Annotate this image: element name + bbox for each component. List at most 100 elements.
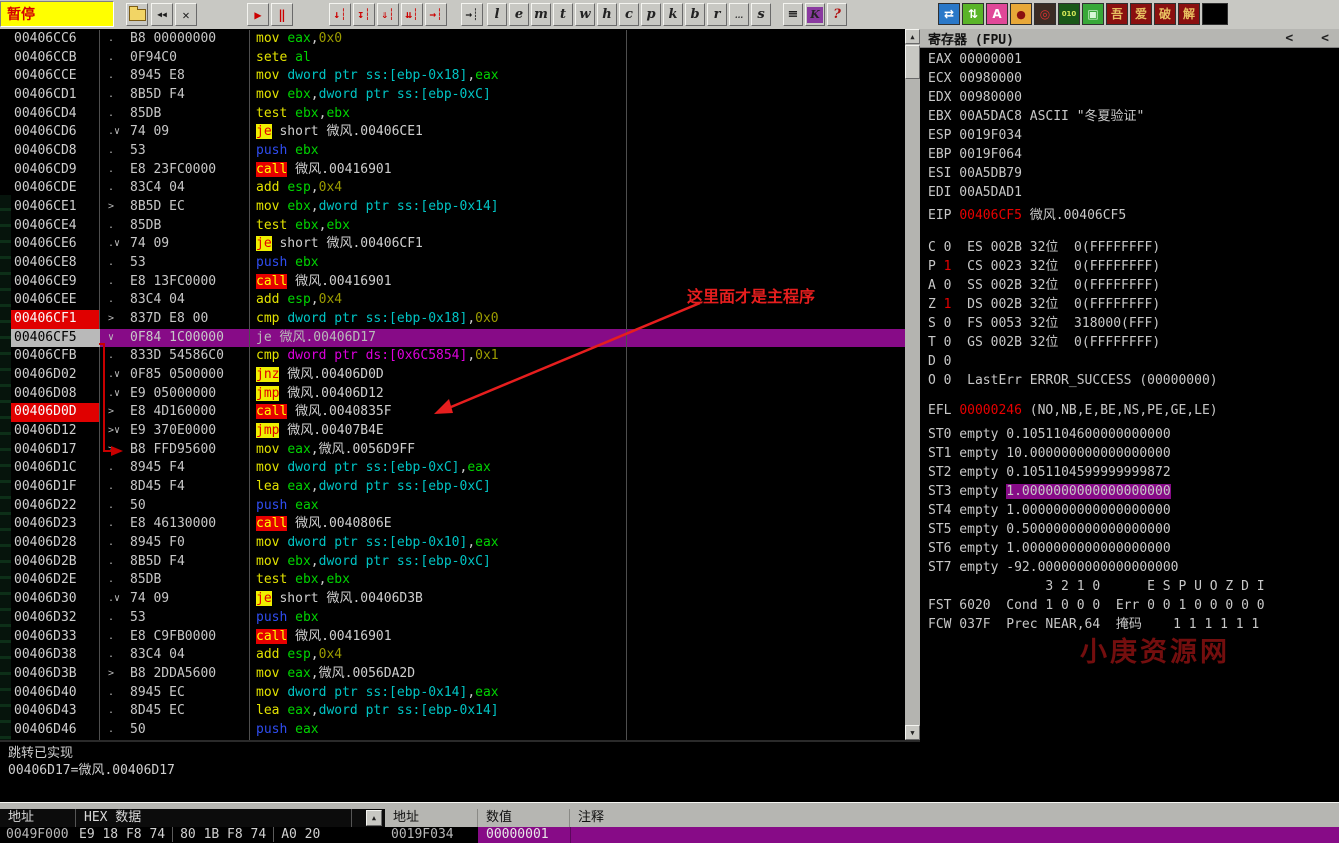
- windows-list-button[interactable]: ≡: [783, 3, 803, 26]
- disasm-row[interactable]: 00406D30.∨74 09je short 微风.00406D3B: [11, 590, 905, 609]
- disassembly-scrollbar[interactable]: ▲ ▼: [905, 29, 920, 740]
- swap-icon[interactable]: ⇄: [938, 3, 960, 25]
- register-st7[interactable]: ST7 empty -92.000000000000000000: [928, 558, 1178, 577]
- tool-m-button[interactable]: m: [531, 3, 551, 26]
- black-square[interactable]: [1202, 3, 1228, 25]
- trace-into-button[interactable]: ⇓┆: [377, 3, 399, 26]
- target-icon[interactable]: ◎: [1034, 3, 1056, 25]
- trace-over-button[interactable]: ⇊┆: [401, 3, 423, 26]
- disasm-row[interactable]: 00406CD6.∨74 09je short 微风.00406CE1: [11, 123, 905, 142]
- disasm-row[interactable]: 00406CCB.0F94C0sete al: [11, 49, 905, 68]
- register-st4[interactable]: ST4 empty 1.0000000000000000000: [928, 501, 1171, 520]
- disasm-row[interactable]: 00406CE1>8B5D ECmov ebx,dword ptr ss:[eb…: [11, 198, 905, 217]
- step-over-button[interactable]: ↧┆: [353, 3, 375, 26]
- disasm-row[interactable]: 00406D3B>B8 2DDA5600mov eax,微风.0056DA2D: [11, 665, 905, 684]
- disasm-row[interactable]: 00406D43.8D45 EClea eax,dword ptr ss:[eb…: [11, 702, 905, 721]
- registers-collapse-buttons[interactable]: <<: [1285, 31, 1339, 46]
- dump-address-header[interactable]: 地址: [0, 809, 76, 827]
- stack-value-header[interactable]: 数值: [478, 809, 570, 827]
- disasm-row[interactable]: 00406D2B.8B5D F4mov ebx,dword ptr ss:[eb…: [11, 553, 905, 572]
- disasm-row[interactable]: 00406D02.∨0F85 0500000jnz 微风.00406D0D: [11, 366, 905, 385]
- flag-t[interactable]: T 0 GS 002B 32位 0(FFFFFFFF): [928, 333, 1160, 352]
- disasm-row[interactable]: 00406CF1>837D E8 00cmp dword ptr ss:[ebp…: [11, 310, 905, 329]
- analyze-a-icon[interactable]: A: [986, 3, 1008, 25]
- tool-t-button[interactable]: t: [553, 3, 573, 26]
- k-window-button[interactable]: K: [805, 3, 825, 26]
- disasm-row[interactable]: 00406D0D>E8 4D160000call 微风.0040835F: [11, 403, 905, 422]
- disasm-row[interactable]: 00406D40.8945 ECmov dword ptr ss:[ebp-0x…: [11, 684, 905, 703]
- tool-k-button[interactable]: k: [663, 3, 683, 26]
- disasm-row[interactable]: 00406D17>B8 FFD95600mov eax,微风.0056D9FF: [11, 441, 905, 460]
- register-ebx[interactable]: EBX 00A5DAC8 ASCII "冬夏验证": [928, 107, 1144, 126]
- tool-w-button[interactable]: w: [575, 3, 595, 26]
- disasm-row[interactable]: 00406D08.∨E9 05000000jmp 微风.00406D12: [11, 385, 905, 404]
- register-st0[interactable]: ST0 empty 0.1051104600000000000: [928, 425, 1171, 444]
- window-icon[interactable]: ▣: [1082, 3, 1104, 25]
- stack-data-row[interactable]: 0019F034 00000001: [385, 827, 1339, 843]
- stack-pane[interactable]: 地址 数值 注释 0019F034 00000001: [385, 809, 1339, 843]
- tool-c-button[interactable]: c: [619, 3, 639, 26]
- disasm-row[interactable]: 00406CD1.8B5D F4mov ebx,dword ptr ss:[eb…: [11, 86, 905, 105]
- disasm-row[interactable]: 00406D1F.8D45 F4lea eax,dword ptr ss:[eb…: [11, 478, 905, 497]
- disasm-row[interactable]: 00406CD4.85DBtest ebx,ebx: [11, 105, 905, 124]
- register-esi[interactable]: ESI 00A5DB79: [928, 164, 1022, 183]
- disasm-row[interactable]: 00406D2E.85DBtest ebx,ebx: [11, 571, 905, 590]
- wu-icon[interactable]: 吾: [1106, 3, 1128, 25]
- tool-dots-button[interactable]: ...: [729, 3, 749, 26]
- dump-data-row[interactable]: 0049F000 E9 18 F8 7480 1B F8 74A0 20: [0, 827, 385, 843]
- scroll-down-icon[interactable]: ▼: [905, 725, 920, 740]
- register-st2[interactable]: ST2 empty 0.1051104599999999872: [928, 463, 1171, 482]
- disasm-row[interactable]: 00406D12>∨E9 370E0000jmp 微风.00407B4E: [11, 422, 905, 441]
- disasm-row[interactable]: 00406D32.53push ebx: [11, 609, 905, 628]
- flag-c[interactable]: C 0 ES 002B 32位 0(FFFFFFFF): [928, 238, 1160, 257]
- disasm-row[interactable]: 00406D22.50push eax: [11, 497, 905, 516]
- help-button[interactable]: ?: [827, 3, 847, 26]
- disasm-row[interactable]: 00406D1C.8945 F4mov dword ptr ss:[ebp-0x…: [11, 459, 905, 478]
- flag-a[interactable]: A 0 SS 002B 32位 0(FFFFFFFF): [928, 276, 1160, 295]
- disassembly-pane[interactable]: 00406CC6.B8 00000000mov eax,0x000406CCB.…: [11, 29, 905, 740]
- disasm-row[interactable]: 00406D38.83C4 04add esp,0x4: [11, 646, 905, 665]
- flag-z[interactable]: Z 1 DS 002B 32位 0(FFFFFFFF): [928, 295, 1160, 314]
- tool-p-button[interactable]: p: [641, 3, 661, 26]
- disasm-row[interactable]: 00406CE4.85DBtest ebx,ebx: [11, 217, 905, 236]
- pane-splitter[interactable]: [0, 802, 1339, 809]
- flag-o[interactable]: O 0 LastErr ERROR_SUCCESS (00000000): [928, 371, 1218, 390]
- dot-icon[interactable]: ●: [1010, 3, 1032, 25]
- register-st1[interactable]: ST1 empty 10.000000000000000000: [928, 444, 1171, 463]
- goto-button[interactable]: →┊: [461, 3, 483, 26]
- disasm-row[interactable]: 00406D33.E8 C9FB0000call 微风.00416901: [11, 628, 905, 647]
- register-st6[interactable]: ST6 empty 1.0000000000000000000: [928, 539, 1171, 558]
- register-edx[interactable]: EDX 00980000: [928, 88, 1022, 107]
- disasm-row[interactable]: 00406D28.8945 F0mov dword ptr ss:[ebp-0x…: [11, 534, 905, 553]
- register-st5[interactable]: ST5 empty 0.5000000000000000000: [928, 520, 1171, 539]
- register-eax[interactable]: EAX 00000001: [928, 50, 1022, 69]
- close-button[interactable]: ✕: [175, 3, 197, 26]
- disasm-row[interactable]: 00406CE8.53push ebx: [11, 254, 905, 273]
- disasm-row[interactable]: 00406D46.50push eax: [11, 721, 905, 740]
- disasm-row[interactable]: 00406CD8.53push ebx: [11, 142, 905, 161]
- tool-s-button[interactable]: s: [751, 3, 771, 26]
- disasm-row[interactable]: 00406CF5∨0F84 1C00000je 微风.00406D17: [11, 329, 905, 348]
- dump-scroll-up-icon[interactable]: ▲: [366, 810, 382, 826]
- execute-till-return-button[interactable]: →┆: [425, 3, 447, 26]
- memory-dump-pane[interactable]: 地址 HEX 数据 ▲ 0049F000 E9 18 F8 7480 1B F8…: [0, 809, 385, 843]
- stack-address-header[interactable]: 地址: [385, 809, 478, 827]
- scroll-up-icon[interactable]: ▲: [905, 29, 920, 44]
- jie-icon[interactable]: 解: [1178, 3, 1200, 25]
- disasm-row[interactable]: 00406CC6.B8 00000000mov eax,0x0: [11, 30, 905, 49]
- register-esp[interactable]: ESP 0019F034: [928, 126, 1022, 145]
- register-efl[interactable]: EFL 00000246 (NO,NB,E,BE,NS,PE,GE,LE): [928, 401, 1218, 420]
- register-edi[interactable]: EDI 00A5DAD1: [928, 183, 1022, 202]
- open-file-button[interactable]: [126, 3, 148, 26]
- disasm-row[interactable]: 00406CDE.83C4 04add esp,0x4: [11, 179, 905, 198]
- scrollbar-thumb[interactable]: [905, 45, 920, 79]
- register-st3[interactable]: ST3 empty 1.0000000000000000000: [928, 482, 1171, 501]
- po-icon[interactable]: 破: [1154, 3, 1176, 25]
- step-into-button[interactable]: ↓┆: [329, 3, 351, 26]
- tool-b-button[interactable]: b: [685, 3, 705, 26]
- flag-d[interactable]: D 0: [928, 352, 951, 371]
- tool-e-button[interactable]: e: [509, 3, 529, 26]
- disasm-row[interactable]: 00406CFB.833D 54586C0cmp dword ptr ds:[0…: [11, 347, 905, 366]
- collapse-icon[interactable]: <: [1321, 31, 1329, 46]
- register-eip[interactable]: EIP 00406CF5 微风.00406CF5: [928, 206, 1126, 225]
